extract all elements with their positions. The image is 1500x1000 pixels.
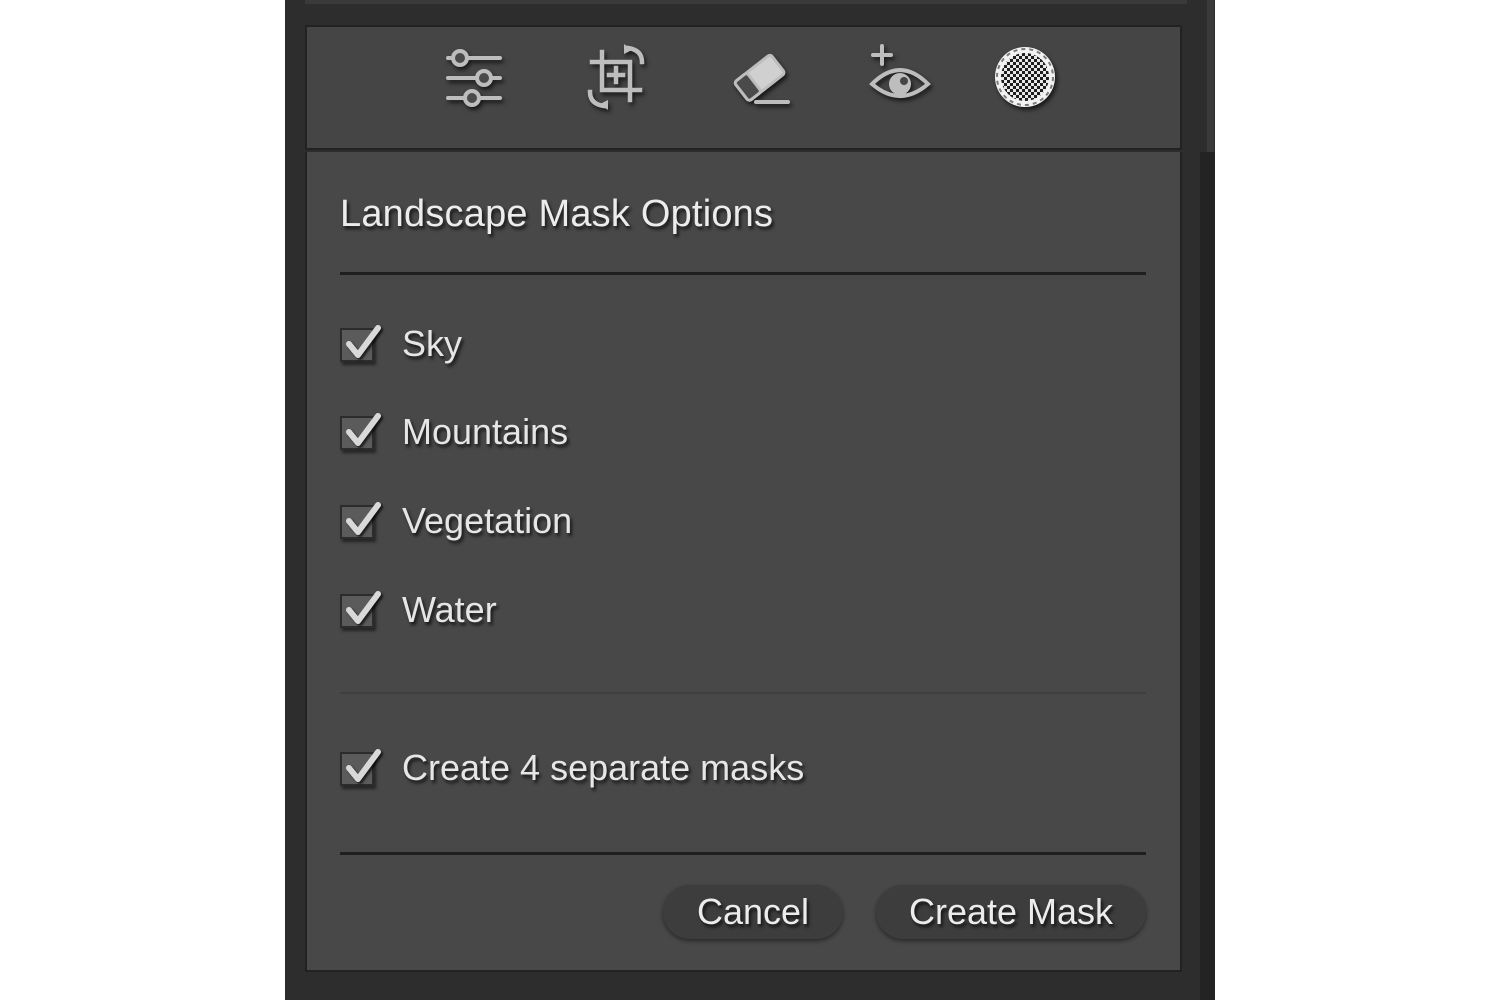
edit-tool-button[interactable] — [438, 42, 508, 112]
eraser-icon — [733, 53, 790, 104]
water-checkbox[interactable] — [340, 591, 381, 628]
scrollbar-upper[interactable] — [1207, 0, 1214, 152]
option-mountains[interactable]: Mountains — [340, 410, 940, 470]
crop-tool-button[interactable] — [582, 42, 652, 112]
masking-icon — [995, 47, 1055, 107]
checkmark-icon — [346, 591, 381, 624]
dialog-title: Landscape Mask Options — [340, 193, 774, 235]
frame-top-strip — [305, 0, 1187, 4]
option-sky[interactable]: Sky — [340, 322, 940, 382]
checkmark-icon — [346, 325, 381, 358]
red-eye-icon — [869, 44, 931, 98]
mountains-label: Mountains — [402, 411, 569, 452]
separate-masks-checkbox[interactable] — [340, 749, 381, 786]
scrollbar-lower[interactable] — [1200, 152, 1215, 1000]
option-vegetation[interactable]: Vegetation — [340, 499, 940, 559]
vegetation-checkbox[interactable] — [340, 502, 381, 539]
masking-tool-button[interactable] — [990, 42, 1060, 112]
option-water[interactable]: Water — [340, 588, 940, 648]
sky-checkbox[interactable] — [340, 325, 381, 362]
red-eye-tool-button[interactable] — [864, 42, 934, 112]
landscape-mask-dialog — [305, 152, 1182, 972]
checkmark-icon — [346, 413, 381, 446]
sliders-icon — [446, 49, 502, 107]
sky-label: Sky — [402, 323, 463, 364]
water-label: Water — [402, 589, 497, 630]
mountains-checkbox[interactable] — [340, 413, 381, 450]
title-divider — [340, 272, 1146, 275]
checkmark-icon — [346, 749, 381, 782]
cancel-button[interactable]: Cancel — [663, 885, 843, 939]
crop-rotate-icon — [587, 44, 645, 110]
heal-tool-button[interactable] — [724, 42, 794, 112]
checkmark-icon — [346, 502, 381, 535]
footer-divider — [340, 852, 1146, 855]
vegetation-label: Vegetation — [402, 500, 573, 541]
create-mask-button[interactable]: Create Mask — [876, 885, 1146, 939]
options-divider — [340, 692, 1146, 694]
option-separate-masks[interactable]: Create 4 separate masks — [340, 746, 940, 806]
separate-masks-label: Create 4 separate masks — [402, 747, 805, 788]
